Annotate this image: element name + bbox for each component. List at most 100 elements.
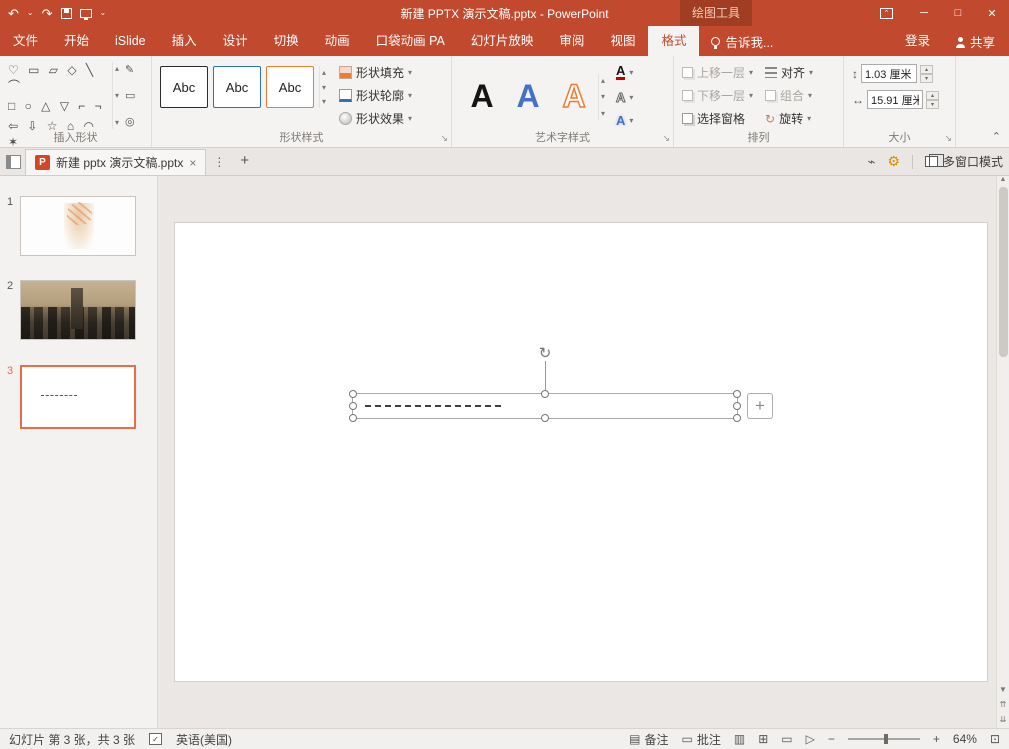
shape-effects-button[interactable]: 形状效果 ▾ [339,110,412,127]
redo-icon[interactable]: ↷ [42,7,53,20]
rotate-button[interactable]: ↻ 旋转 ▾ [765,110,813,127]
zoom-slider-knob[interactable] [884,734,888,744]
selection-handle-mid-right[interactable] [733,402,741,410]
shape-gallery[interactable]: ♡ ▭ ▱ ◇ ╲ ⌒ □ ○ △ ▽ ⌐ ¬ ⇦ ⇩ ☆ ⌂ ◠ ✶ [8,62,108,129]
shape-outline-button[interactable]: 形状轮廓 ▾ [339,87,412,104]
ribbon-display-options-icon[interactable]: ⌃ [880,8,893,19]
slide-3-editing-surface[interactable]: ↻ + [175,223,987,681]
slide-1-thumbnail[interactable] [20,196,136,256]
zoom-slider[interactable] [848,738,920,740]
proofing-icon[interactable]: ✓ [149,733,162,745]
wordart-up-icon[interactable]: ▴ [601,76,605,85]
shape-width-input[interactable] [867,90,923,109]
shape-style-preview-2[interactable]: Abc [213,66,261,108]
wordart-more-icon[interactable]: ▾ [601,109,605,118]
maximize-button[interactable]: □ [941,0,975,26]
slide-2-thumbnail[interactable] [20,280,136,340]
selection-handle-top-right[interactable] [733,390,741,398]
spin-up-icon[interactable]: ▴ [920,65,933,74]
fit-to-window-icon[interactable]: ⊡ [990,732,1000,746]
next-slide-icon[interactable]: ⇊ [1000,715,1007,724]
save-icon[interactable] [61,8,72,19]
sign-in-button[interactable]: 登录 [893,26,942,56]
new-tab-icon[interactable]: + [232,152,257,175]
slide-editing-canvas[interactable]: ↻ + [158,176,996,728]
shape-gallery-row-1[interactable]: ♡ ▭ ▱ ◇ ╲ ⌒ [8,62,108,94]
pane-toggle-icon[interactable] [6,155,21,169]
vertical-scrollbar[interactable]: ▲ ▼ ⇈ ⇊ [996,176,1009,728]
undo-dropdown-icon[interactable]: ⌄ [27,9,34,17]
wordart-style-1[interactable]: A [460,74,504,120]
selection-handle-top-left[interactable] [349,390,357,398]
tab-slideshow[interactable]: 幻灯片放映 [458,26,547,56]
text-effects-button[interactable]: A ▾ [616,114,633,127]
selection-handle-top-center[interactable] [541,390,549,398]
gallery-more-icon[interactable]: ▾ [115,118,119,127]
bring-forward-button[interactable]: 上移一层 ▾ [682,64,753,81]
close-button[interactable]: ✕ [975,0,1009,26]
comments-button[interactable]: ▭ 批注 [682,731,721,748]
zoom-percentage[interactable]: 64% [953,732,977,746]
wordart-style-3[interactable]: A [552,74,596,120]
scroll-up-icon[interactable]: ▲ [1000,176,1007,183]
text-box-icon[interactable]: ▭ [125,89,135,102]
qat-customize-icon[interactable]: ⌄ [100,9,107,17]
normal-view-icon[interactable]: ▥ [734,732,745,746]
slide-counter[interactable]: 幻灯片 第 3 张，共 3 张 [9,731,135,748]
selection-handle-mid-left[interactable] [349,402,357,410]
gallery-down-icon[interactable]: ▾ [115,91,119,100]
selection-handle-bottom-right[interactable] [733,414,741,422]
tab-view[interactable]: 视图 [597,26,648,56]
slide-3-thumbnail[interactable] [20,365,136,429]
notes-button[interactable]: ▤ 备注 [629,731,668,748]
zoom-in-icon[interactable]: + [933,732,940,746]
shape-style-preview-1[interactable]: Abc [160,66,208,108]
zoom-out-icon[interactable]: − [828,732,835,746]
text-outline-button[interactable]: A ▾ [616,91,633,104]
tab-design[interactable]: 设计 [210,26,261,56]
multi-window-mode-button[interactable]: 多窗口模式 [925,153,1003,170]
language-indicator[interactable]: 英语(美国) [176,731,232,748]
rotation-handle-icon[interactable]: ↻ [539,344,552,362]
tab-close-icon[interactable]: × [189,156,196,170]
tab-home[interactable]: 开始 [51,26,102,56]
tab-islide[interactable]: iSlide [102,26,159,56]
slideshow-view-icon[interactable]: ▷ [806,732,815,746]
gallery-up-icon[interactable]: ▴ [115,64,119,73]
collapse-ribbon-icon[interactable]: ⌃ [992,130,1001,143]
tab-animations[interactable]: 动画 [312,26,363,56]
scrollbar-thumb[interactable] [999,187,1008,357]
wordart-style-2[interactable]: A [506,74,550,120]
tab-file[interactable]: 文件 [0,26,51,56]
style-gallery-down-icon[interactable]: ▾ [322,83,326,92]
tab-review[interactable]: 审阅 [546,26,597,56]
scroll-down-icon[interactable]: ▼ [999,685,1007,694]
spin-down-icon[interactable]: ▾ [920,74,933,83]
start-slideshow-icon[interactable] [80,9,92,18]
reading-view-icon[interactable]: ▭ [781,732,792,746]
slide-sorter-view-icon[interactable]: ⊞ [758,732,768,746]
align-button[interactable]: 对齐 ▾ [765,64,813,81]
selection-pane-button[interactable]: 选择窗格 [682,110,753,127]
send-backward-button[interactable]: 下移一层 ▾ [682,87,753,104]
tab-options-icon[interactable]: ⋮ [206,155,232,175]
edit-shape-icon[interactable]: ✎ [125,63,135,76]
selection-handle-bottom-left[interactable] [349,414,357,422]
previous-slide-icon[interactable]: ⇈ [1000,700,1007,709]
style-gallery-more-icon[interactable]: ▾ [322,97,326,106]
tab-format[interactable]: 格式 [648,26,699,56]
shape-style-preview-3[interactable]: Abc [266,66,314,108]
shape-height-input[interactable] [861,64,917,83]
document-tab[interactable]: P 新建 pptx 演示文稿.pptx × [25,149,206,175]
merge-shapes-icon[interactable]: ◎ [125,115,135,128]
style-gallery-up-icon[interactable]: ▴ [322,68,326,77]
tab-insert[interactable]: 插入 [159,26,210,56]
undo-icon[interactable]: ↶ [8,7,19,20]
quick-add-button[interactable]: + [747,393,773,419]
text-fill-button[interactable]: A ▾ [616,64,633,80]
flash-tool-icon[interactable]: ⌁ [868,154,876,170]
selected-text-box[interactable]: ↻ [352,393,738,419]
spin-up-icon[interactable]: ▴ [926,91,939,100]
tell-me-box[interactable]: 告诉我... [699,26,785,56]
group-button[interactable]: 组合 ▾ [765,87,813,104]
